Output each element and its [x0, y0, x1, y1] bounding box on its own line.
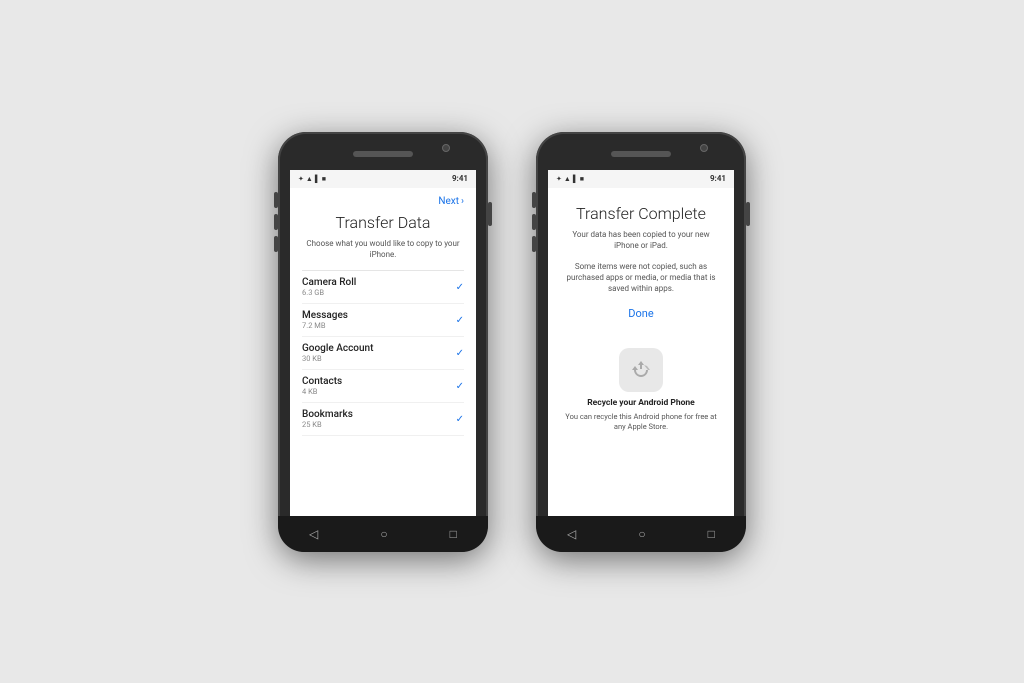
wifi-icon-right: ▲	[564, 175, 571, 183]
home-button-left[interactable]: ○	[380, 527, 387, 541]
camera-right	[700, 144, 708, 152]
transfer-item-size: 6.3 GB	[302, 288, 356, 297]
transfer-item[interactable]: Google Account 30 KB ✓	[302, 337, 464, 370]
transfer-item[interactable]: Camera Roll 6.3 GB ✓	[302, 271, 464, 304]
checkmark-icon: ✓	[456, 315, 464, 326]
back-button-right[interactable]: ◁	[567, 527, 576, 541]
battery-icon-right: ■	[580, 175, 584, 183]
transfer-item-size: 25 KB	[302, 420, 353, 429]
speaker-right	[611, 151, 671, 157]
transfer-data-subtitle: Choose what you would like to copy to yo…	[302, 238, 464, 260]
recycle-section: Recycle your Android Phone You can recyc…	[560, 340, 722, 433]
transfer-complete-title: Transfer Complete	[560, 204, 722, 223]
transfer-list: Camera Roll 6.3 GB ✓ Messages 7.2 MB ✓ G…	[302, 270, 464, 436]
wifi-icon-left: ▲	[306, 175, 313, 183]
recycle-title: Recycle your Android Phone	[587, 398, 695, 408]
status-bar-right: ✦ ▲ ▌ ■ 9:41	[548, 170, 734, 188]
screen-content-left: Next › Transfer Data Choose what you wou…	[290, 188, 476, 516]
bluetooth-icon-right: ✦	[556, 175, 562, 183]
bluetooth-icon-left: ✦	[298, 175, 304, 183]
status-icons-left: ✦ ▲ ▌ ■	[298, 175, 326, 183]
checkmark-icon: ✓	[456, 282, 464, 293]
transfer-item-name: Google Account	[302, 343, 373, 354]
next-button[interactable]: Next ›	[302, 196, 464, 207]
phones-container: ✦ ▲ ▌ ■ 9:41 Next › Transfer Data Choose…	[278, 132, 746, 552]
transfer-item-info: Contacts 4 KB	[302, 376, 342, 396]
camera-left	[442, 144, 450, 152]
recent-button-right[interactable]: □	[708, 527, 715, 541]
recycle-description: You can recycle this Android phone for f…	[560, 412, 722, 433]
signal-icon-right: ▌	[573, 175, 578, 183]
phone-right: ✦ ▲ ▌ ■ 9:41 Transfer Complete Your data…	[536, 132, 746, 552]
phone-top-right	[536, 132, 746, 170]
transfer-item-name: Bookmarks	[302, 409, 353, 420]
status-bar-left: ✦ ▲ ▌ ■ 9:41	[290, 170, 476, 188]
status-icons-right: ✦ ▲ ▌ ■	[556, 175, 584, 183]
screen-content-right: Transfer Complete Your data has been cop…	[548, 188, 734, 516]
transfer-item-size: 7.2 MB	[302, 321, 348, 330]
transfer-item-info: Google Account 30 KB	[302, 343, 373, 363]
transfer-item-info: Camera Roll 6.3 GB	[302, 277, 356, 297]
screen-left: ✦ ▲ ▌ ■ 9:41 Next › Transfer Data Choose…	[290, 170, 476, 516]
transfer-item-size: 4 KB	[302, 387, 342, 396]
status-time-right: 9:41	[710, 174, 726, 183]
transfer-item[interactable]: Messages 7.2 MB ✓	[302, 304, 464, 337]
transfer-item-size: 30 KB	[302, 354, 373, 363]
checkmark-icon: ✓	[456, 348, 464, 359]
nav-bar-right: ◁ ○ □	[536, 516, 746, 552]
phone-top-left	[278, 132, 488, 170]
battery-icon-left: ■	[322, 175, 326, 183]
status-time-left: 9:41	[452, 174, 468, 183]
transfer-item-info: Messages 7.2 MB	[302, 310, 348, 330]
transfer-item-name: Contacts	[302, 376, 342, 387]
recent-button-left[interactable]: □	[450, 527, 457, 541]
transfer-item-name: Messages	[302, 310, 348, 321]
transfer-complete-subtitle: Your data has been copied to your new iP…	[560, 229, 722, 251]
phone-left: ✦ ▲ ▌ ■ 9:41 Next › Transfer Data Choose…	[278, 132, 488, 552]
home-button-right[interactable]: ○	[638, 527, 645, 541]
nav-bar-left: ◁ ○ □	[278, 516, 488, 552]
recycle-icon	[619, 348, 663, 392]
back-button-left[interactable]: ◁	[309, 527, 318, 541]
done-button[interactable]: Done	[560, 307, 722, 320]
transfer-item[interactable]: Bookmarks 25 KB ✓	[302, 403, 464, 436]
transfer-item[interactable]: Contacts 4 KB ✓	[302, 370, 464, 403]
transfer-item-name: Camera Roll	[302, 277, 356, 288]
checkmark-icon: ✓	[456, 381, 464, 392]
signal-icon-left: ▌	[315, 175, 320, 183]
transfer-item-info: Bookmarks 25 KB	[302, 409, 353, 429]
transfer-data-title: Transfer Data	[302, 213, 464, 232]
transfer-complete-note: Some items were not copied, such as purc…	[560, 261, 722, 295]
speaker-left	[353, 151, 413, 157]
checkmark-icon: ✓	[456, 414, 464, 425]
screen-right: ✦ ▲ ▌ ■ 9:41 Transfer Complete Your data…	[548, 170, 734, 516]
